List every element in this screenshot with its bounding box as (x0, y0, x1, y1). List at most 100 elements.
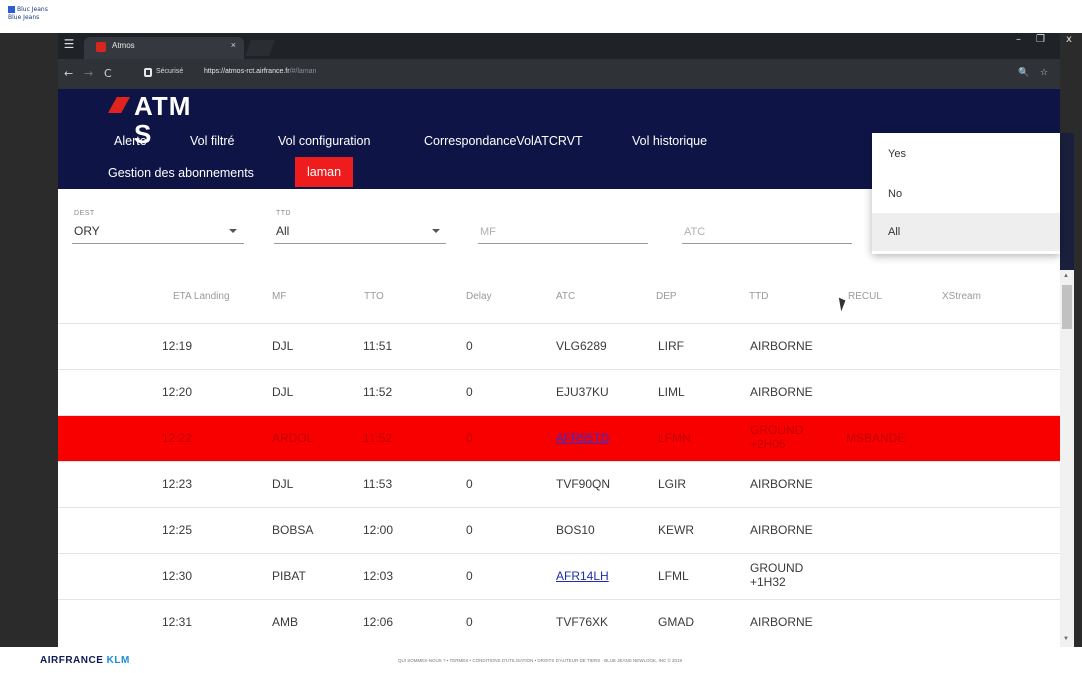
cell-atc[interactable]: AFR14LH (556, 569, 609, 583)
table-row[interactable]: 12:23 DJL 11:53 0 TVF90QN LGIR AIRBORNE (58, 461, 1060, 507)
cell-eta: 12:25 (162, 523, 193, 537)
header-scroll-area (1060, 133, 1074, 270)
cell-tto: 11:51 (363, 339, 393, 353)
url-host: atmos-rct.airfrance.fr (225, 68, 290, 75)
dest-label: DEST (74, 210, 95, 217)
cell-mf: ARDOL (272, 431, 314, 445)
col-dep[interactable]: DEP (656, 291, 677, 302)
forward-icon[interactable]: → (84, 67, 93, 80)
cell-mf: DJL (272, 339, 294, 353)
cell-tto: 12:03 (363, 569, 394, 583)
reload-icon[interactable]: C (104, 67, 112, 80)
tab-title: Atmos (112, 41, 135, 50)
cell-delay: 0 (466, 339, 473, 353)
cell-dep: LIML (658, 385, 685, 399)
cell-dep: LFMN (658, 431, 691, 445)
minimize-icon[interactable]: – (1016, 34, 1021, 45)
cell-atc: TVF90QN (556, 477, 611, 491)
close-window-icon[interactable]: x (1066, 34, 1072, 45)
tab-close-icon[interactable]: × (231, 40, 236, 50)
atc-input[interactable]: ATC (684, 226, 705, 238)
cell-delay: 0 (466, 385, 473, 399)
favicon-icon (96, 42, 106, 52)
nav-vol-filtre[interactable]: Vol filtré (190, 134, 234, 148)
table-row[interactable]: 12:22 ARDOL 11:52 0 AFR55TD LFMN GROUND +2H05 M… (58, 415, 1060, 461)
col-mf[interactable]: MF (272, 291, 286, 302)
cell-tto: 11:52 (363, 385, 393, 399)
cell-recul: MSBANDE (846, 431, 906, 445)
table-row[interactable]: 12:19 DJL 11:51 0 VLG6289 LIRF AIRBORNE (58, 323, 1060, 369)
dropdown-option-all[interactable]: All (888, 226, 900, 238)
ttd-select[interactable]: All (276, 224, 289, 238)
chevron-down-icon[interactable] (432, 229, 440, 233)
col-xstream[interactable]: XStream (942, 291, 981, 302)
cell-mf: DJL (272, 385, 294, 399)
table-row[interactable]: 12:31 AMB 12:06 0 TVF76XK GMAD AIRBORNE (58, 599, 1060, 645)
cell-tto: 12:00 (363, 523, 394, 537)
table-row[interactable]: 12:30 PIBAT 12:03 0 AFR14LH LFML GROUND +1H32 (58, 553, 1060, 599)
desktop-label: Bluc Jeans Blue Jeans (8, 6, 48, 22)
nav-correspondance[interactable]: CorrespondanceVolATCRVT (424, 134, 583, 148)
footer-brand: AIRFRANCE KLM (40, 655, 130, 666)
cell-delay: 0 (466, 431, 473, 445)
url-text: https://atmos-rct.airfrance.fr/#/laman (204, 68, 316, 75)
cell-dep: LGIR (658, 477, 687, 491)
cell-delay: 0 (466, 477, 473, 491)
nav-vol-configuration[interactable]: Vol configuration (278, 134, 370, 148)
url-bar[interactable]: Sécurisé https://atmos-rct.airfrance.fr/… (138, 65, 1018, 83)
cell-eta: 12:20 (162, 385, 193, 399)
dest-underline (72, 243, 244, 244)
footer-brand-klm: KLM (106, 655, 130, 666)
col-recul[interactable]: RECUL (848, 291, 882, 302)
col-ttd[interactable]: TTD (749, 291, 768, 302)
cell-atc[interactable]: AFR55TD (556, 431, 609, 445)
cell-dep: GMAD (658, 615, 694, 629)
desktop-label-line2: Blue Jeans (8, 14, 40, 21)
maximize-icon[interactable]: ❐ (1036, 34, 1045, 45)
nav-laman[interactable]: laman (295, 157, 354, 187)
zoom-icon[interactable]: 🔍 (1018, 68, 1029, 78)
left-gutter (0, 33, 58, 647)
browser-tab[interactable]: Atmos × (84, 37, 244, 59)
cell-dep: LIRF (658, 339, 685, 353)
cell-ttd: GROUND +2H05 (750, 423, 804, 451)
desktop-label-line1: Bluc Jeans (17, 6, 48, 13)
mf-underline (478, 243, 648, 244)
dest-select[interactable]: ORY (74, 224, 100, 238)
dropdown-option-yes[interactable]: Yes (888, 148, 906, 160)
chevron-down-icon[interactable] (229, 229, 237, 233)
table-row[interactable]: 12:25 BOBSA 12:00 0 BOS10 KEWR AIRBORNE (58, 507, 1060, 553)
col-tto[interactable]: TTO (364, 291, 384, 302)
back-icon[interactable]: ← (64, 67, 73, 80)
col-atc[interactable]: ATC (556, 291, 575, 302)
cell-tto: 11:52 (363, 431, 393, 445)
cell-ttd: GROUND +1H32 (750, 561, 804, 589)
scroll-down-icon[interactable]: ▼ (1063, 636, 1069, 642)
window-menu-icon[interactable]: ☰ (62, 37, 76, 51)
cell-ttd: AIRBORNE (750, 477, 813, 491)
footer-links[interactable]: QUI SOMMES-NOUS ? • TERMES • CONDITIONS … (398, 658, 682, 663)
cell-ttd: AIRBORNE (750, 339, 813, 353)
mf-input[interactable]: MF (480, 226, 496, 238)
cell-tto: 11:53 (363, 477, 393, 491)
secure-label: Sécurisé (156, 68, 184, 75)
screen: { "desktop": { "line1": "Bluc Jeans", "l… (0, 0, 1082, 673)
table-row[interactable]: 12:20 DJL 11:52 0 EJU37KU LIML AIRBORNE (58, 369, 1060, 415)
cell-eta: 12:30 (162, 569, 193, 583)
footer-brand-af: AIRFRANCE (40, 655, 104, 666)
nav-alerte[interactable]: Alerte (114, 134, 147, 148)
nav-vol-historique[interactable]: Vol historique (632, 134, 707, 148)
cell-ttd: AIRBORNE (750, 385, 813, 399)
scrollbar-thumb[interactable] (1062, 285, 1072, 329)
bookmark-star-icon[interactable]: ☆ (1040, 68, 1048, 78)
col-eta-landing[interactable]: ETA Landing (173, 291, 230, 302)
dropdown-option-no[interactable]: No (888, 188, 902, 200)
scroll-up-icon[interactable]: ▲ (1063, 273, 1069, 279)
cell-ttd: AIRBORNE (750, 523, 813, 537)
col-delay[interactable]: Delay (466, 291, 492, 302)
ttd-dropdown-menu: Yes No All (872, 133, 1060, 254)
cell-delay: 0 (466, 523, 473, 537)
nav-gestion-abonnements[interactable]: Gestion des abonnements (108, 166, 254, 180)
cell-mf: BOBSA (272, 523, 314, 537)
cell-mf: AMB (272, 615, 299, 629)
